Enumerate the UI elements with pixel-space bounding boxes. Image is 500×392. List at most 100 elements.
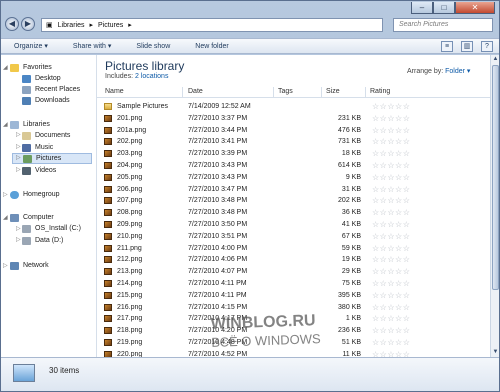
close-button[interactable]: ✕ — [455, 2, 495, 14]
file-rating[interactable]: ☆☆☆☆☆ — [372, 279, 410, 288]
column-size[interactable]: Size — [326, 88, 340, 95]
file-row[interactable]: 213.png 7/27/2010 4:07 PM 29 KB ☆☆☆☆☆ — [97, 266, 490, 278]
file-row[interactable]: 212.png 7/27/2010 4:06 PM 19 KB ☆☆☆☆☆ — [97, 254, 490, 266]
slide-show-button[interactable]: Slide show — [136, 43, 170, 50]
back-arrow-icon[interactable]: ◀ — [5, 17, 19, 31]
scroll-thumb[interactable] — [492, 65, 499, 290]
address-segment-pictures[interactable]: Pictures — [98, 22, 123, 29]
sidebar-item-documents[interactable]: Documents — [22, 130, 70, 141]
collapse-arrow-icon[interactable]: ◢ — [3, 64, 8, 71]
scroll-down-icon[interactable]: ▼ — [491, 348, 500, 357]
locations-link[interactable]: 2 locations — [135, 73, 168, 80]
expand-arrow-icon[interactable]: ▷ — [3, 191, 8, 198]
file-row[interactable]: 209.png 7/27/2010 3:50 PM 41 KB ☆☆☆☆☆ — [97, 219, 490, 231]
file-rating[interactable]: ☆☆☆☆☆ — [372, 173, 410, 182]
file-rating[interactable]: ☆☆☆☆☆ — [372, 291, 410, 300]
file-rating[interactable]: ☆☆☆☆☆ — [372, 303, 410, 312]
chevron-right-icon[interactable]: ▸ — [89, 21, 93, 29]
sidebar-item-downloads[interactable]: Downloads — [22, 95, 70, 106]
arrange-by-dropdown[interactable]: Folder ▾ — [445, 68, 470, 75]
sidebar-item-network[interactable]: Network — [10, 260, 49, 271]
vertical-scrollbar[interactable]: ▲ ▼ — [490, 55, 499, 357]
minimize-button[interactable]: – — [411, 2, 433, 14]
column-divider[interactable] — [273, 87, 274, 97]
file-rating[interactable]: ☆☆☆☆☆ — [372, 220, 410, 229]
forward-arrow-icon[interactable]: ▶ — [21, 17, 35, 31]
file-rating[interactable]: ☆☆☆☆☆ — [372, 196, 410, 205]
file-rating[interactable]: ☆☆☆☆☆ — [372, 137, 410, 146]
sidebar-item-computer[interactable]: Computer — [10, 212, 54, 223]
file-rating[interactable]: ☆☆☆☆☆ — [372, 161, 410, 170]
file-row[interactable]: 201a.png 7/27/2010 3:44 PM 476 KB ☆☆☆☆☆ — [97, 125, 490, 137]
music-icon — [22, 143, 31, 152]
folder-row[interactable]: Sample Pictures 7/14/2009 12:52 AM ☆☆☆☆☆ — [97, 101, 490, 113]
sidebar-item-favorites[interactable]: Favorites — [10, 62, 52, 73]
file-rating[interactable]: ☆☆☆☆☆ — [372, 232, 410, 241]
column-divider[interactable] — [182, 87, 183, 97]
expand-arrow-icon[interactable]: ▷ — [16, 131, 21, 138]
file-row[interactable]: 203.png 7/27/2010 3:39 PM 18 KB ☆☆☆☆☆ — [97, 148, 490, 160]
column-date[interactable]: Date — [188, 88, 203, 95]
file-row[interactable]: 216.png 7/27/2010 4:15 PM 380 KB ☆☆☆☆☆ — [97, 302, 490, 314]
file-row[interactable]: 204.png 7/27/2010 3:43 PM 614 KB ☆☆☆☆☆ — [97, 160, 490, 172]
file-row[interactable]: 210.png 7/27/2010 3:51 PM 67 KB ☆☆☆☆☆ — [97, 231, 490, 243]
column-name[interactable]: Name — [105, 88, 124, 95]
file-row[interactable]: 207.png 7/27/2010 3:48 PM 202 KB ☆☆☆☆☆ — [97, 195, 490, 207]
expand-arrow-icon[interactable]: ▷ — [16, 236, 21, 243]
sidebar-item-homegroup[interactable]: Homegroup — [10, 189, 60, 200]
file-rating[interactable]: ☆☆☆☆☆ — [372, 126, 410, 135]
expand-arrow-icon[interactable]: ▷ — [16, 154, 21, 161]
share-with-button[interactable]: Share with ▾ — [73, 42, 112, 50]
expand-arrow-icon[interactable]: ▷ — [16, 143, 21, 150]
search-input[interactable]: Search Pictures — [393, 18, 493, 32]
file-rating[interactable]: ☆☆☆☆☆ — [372, 114, 410, 123]
file-row[interactable]: 211.png 7/27/2010 4:00 PM 59 KB ☆☆☆☆☆ — [97, 243, 490, 255]
file-rating[interactable]: ☆☆☆☆☆ — [372, 244, 410, 253]
collapse-arrow-icon[interactable]: ◢ — [3, 214, 8, 221]
sidebar-item-libraries[interactable]: Libraries — [10, 119, 50, 130]
file-rating[interactable]: ☆☆☆☆☆ — [372, 338, 410, 347]
organize-button[interactable]: Organize ▾ — [14, 42, 48, 50]
collapse-arrow-icon[interactable]: ◢ — [3, 121, 8, 128]
sidebar-item-data-drive[interactable]: Data (D:) — [22, 235, 63, 246]
column-divider[interactable] — [321, 87, 322, 97]
preview-pane-icon[interactable]: ▥ — [461, 41, 473, 52]
file-rating[interactable]: ☆☆☆☆☆ — [372, 185, 410, 194]
chevron-right-icon[interactable]: ▸ — [128, 21, 132, 29]
file-row[interactable]: 215.png 7/27/2010 4:11 PM 395 KB ☆☆☆☆☆ — [97, 290, 490, 302]
column-divider[interactable] — [365, 87, 366, 97]
file-name: 215.png — [117, 291, 143, 299]
scroll-up-icon[interactable]: ▲ — [491, 55, 500, 64]
new-folder-button[interactable]: New folder — [195, 43, 228, 50]
sidebar-item-videos[interactable]: Videos — [22, 165, 56, 176]
file-row[interactable]: 202.png 7/27/2010 3:41 PM 731 KB ☆☆☆☆☆ — [97, 136, 490, 148]
file-rating[interactable]: ☆☆☆☆☆ — [372, 267, 410, 276]
expand-arrow-icon[interactable]: ▷ — [16, 225, 21, 232]
file-row[interactable]: 208.png 7/27/2010 3:48 PM 36 KB ☆☆☆☆☆ — [97, 207, 490, 219]
file-rating[interactable]: ☆☆☆☆☆ — [372, 149, 410, 158]
file-name: 216.png — [117, 303, 143, 311]
address-segment-libraries[interactable]: Libraries — [58, 22, 85, 29]
file-rating[interactable]: ☆☆☆☆☆ — [372, 102, 410, 111]
address-bar[interactable]: ▣ Libraries ▸ Pictures ▸ — [41, 18, 383, 32]
sidebar-item-os-install[interactable]: OS_Install (C:) — [22, 223, 81, 234]
file-rating[interactable]: ☆☆☆☆☆ — [372, 255, 410, 264]
expand-arrow-icon[interactable]: ▷ — [16, 166, 21, 173]
file-row[interactable]: 205.png 7/27/2010 3:43 PM 9 KB ☆☆☆☆☆ — [97, 172, 490, 184]
column-tags[interactable]: Tags — [278, 88, 293, 95]
sidebar-item-recent-places[interactable]: Recent Places — [22, 84, 80, 95]
maximize-button[interactable]: □ — [433, 2, 455, 14]
file-row[interactable]: 201.png 7/27/2010 3:37 PM 231 KB ☆☆☆☆☆ — [97, 113, 490, 125]
file-rating[interactable]: ☆☆☆☆☆ — [372, 326, 410, 335]
file-row[interactable]: 206.png 7/27/2010 3:47 PM 31 KB ☆☆☆☆☆ — [97, 184, 490, 196]
column-rating[interactable]: Rating — [370, 88, 390, 95]
file-rating[interactable]: ☆☆☆☆☆ — [372, 208, 410, 217]
file-row[interactable]: 214.png 7/27/2010 4:11 PM 75 KB ☆☆☆☆☆ — [97, 278, 490, 290]
sidebar-item-music[interactable]: Music — [22, 142, 53, 153]
expand-arrow-icon[interactable]: ▷ — [3, 262, 8, 269]
sidebar-item-pictures[interactable]: Pictures — [12, 153, 92, 164]
view-options-icon[interactable]: ≡ — [441, 41, 453, 52]
help-icon[interactable]: ? — [481, 41, 493, 52]
sidebar-item-desktop[interactable]: Desktop — [22, 73, 61, 84]
file-rating[interactable]: ☆☆☆☆☆ — [372, 314, 410, 323]
